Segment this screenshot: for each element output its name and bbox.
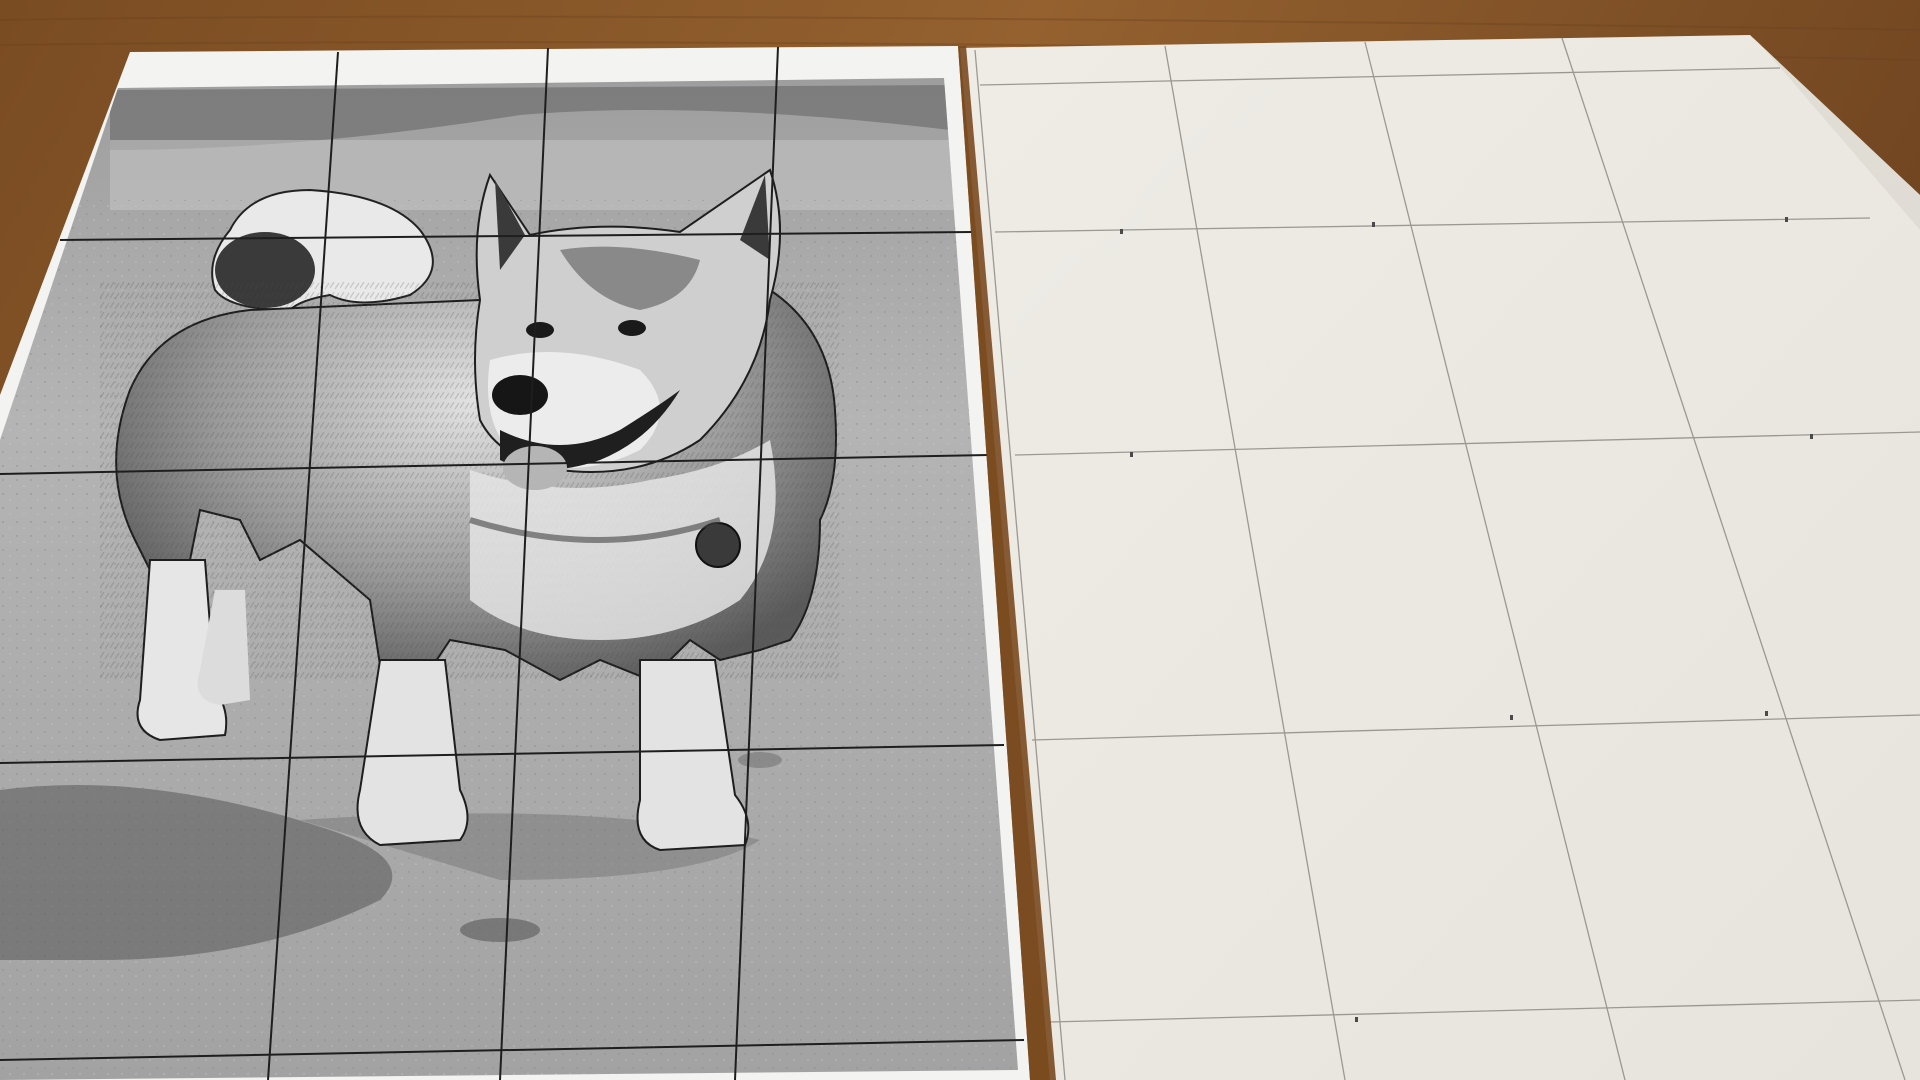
drawing-paper	[960, 35, 1920, 1080]
dog-eye-right	[618, 320, 646, 336]
dog-tongue	[503, 446, 567, 490]
scene	[0, 0, 1920, 1080]
dog-photo	[0, 78, 1018, 1080]
dog-eye-left	[526, 322, 554, 338]
collar-tag	[695, 522, 741, 568]
drawing-paper-sheet	[960, 35, 1920, 1080]
dog-nose	[492, 375, 548, 415]
printed-reference-sheet	[0, 46, 1030, 1080]
